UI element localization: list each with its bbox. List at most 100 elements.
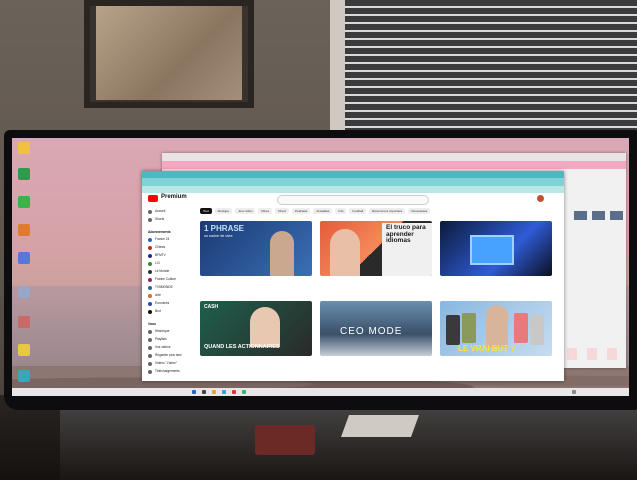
- sidebar-item-shorts[interactable]: Shorts: [148, 217, 190, 222]
- sidebar-item-sub[interactable]: France Culture: [148, 277, 190, 282]
- desktop-icon-4[interactable]: [18, 224, 30, 236]
- video-card[interactable]: LE VRAI BUT ?: [440, 301, 552, 356]
- youtube-browser-window[interactable]: Premium Accueil Shorts Abonnements Franc…: [142, 171, 564, 381]
- app-icon[interactable]: [242, 390, 246, 394]
- sidebar-item-label: Historique: [155, 329, 170, 333]
- video-thumbnail[interactable]: El truco para aprender idiomas: [320, 221, 432, 276]
- chip[interactable]: Jeux vidéo: [235, 208, 256, 214]
- desktop-icon-3[interactable]: [18, 196, 30, 208]
- video-card[interactable]: [440, 221, 552, 279]
- sidebar-item-sub[interactable]: Euronews: [148, 301, 190, 306]
- sidebar-item-sub[interactable]: France 24: [148, 237, 190, 242]
- thumbnail-overlay-text: CASH: [204, 304, 219, 310]
- chip[interactable]: Football: [349, 208, 367, 214]
- chip[interactable]: Récemment importées: [369, 208, 406, 214]
- chip[interactable]: Nouveautés: [408, 208, 431, 214]
- video-card[interactable]: CASH QUAND LES ACTIONNAIRES: [200, 301, 312, 356]
- sidebar-item-liked[interactable]: Vidéos "J'aime": [148, 361, 190, 366]
- sidebar-item-label: Le Monde: [155, 269, 170, 273]
- youtube-logo-icon[interactable]: [148, 195, 158, 202]
- search-icon[interactable]: [202, 390, 206, 394]
- thumbs-up-icon: [148, 362, 152, 366]
- tab-strip[interactable]: [142, 171, 564, 178]
- sidebar-item-sub[interactable]: TV5MONDE: [148, 285, 190, 290]
- playlist-icon: [148, 338, 152, 342]
- desk-object: [255, 425, 315, 455]
- sidebar-item-sub[interactable]: Brut: [148, 309, 190, 314]
- channel-icon: [148, 254, 152, 258]
- video-thumbnail[interactable]: [440, 221, 552, 276]
- sidebar-item-sub[interactable]: CNews: [148, 245, 190, 250]
- sidebar-item-playlists[interactable]: Playlists: [148, 337, 190, 342]
- chip[interactable]: Musique: [214, 208, 233, 214]
- channel-icon: [148, 262, 152, 266]
- system-tray-icon[interactable]: [572, 390, 576, 394]
- file-explorer-icon[interactable]: [212, 390, 216, 394]
- avatar[interactable]: [537, 195, 544, 202]
- chip[interactable]: Info: [335, 208, 347, 214]
- desktop-icon-5[interactable]: [18, 252, 30, 264]
- browser-icon[interactable]: [222, 390, 226, 394]
- person-figure: [270, 231, 294, 276]
- sidebar-item-label: LCI: [155, 261, 160, 265]
- window-frame: [330, 0, 346, 146]
- sidebar-item-sub[interactable]: Arte: [148, 293, 190, 298]
- person-figure: [486, 305, 508, 347]
- sidebar-item-label: TV5MONDE: [155, 285, 173, 289]
- video-card[interactable]: 1 PHRASE un cocher de vivre: [200, 221, 312, 279]
- video-thumbnail[interactable]: CEO MODE: [320, 301, 432, 356]
- monitor-screen: Premium Accueil Shorts Abonnements Franc…: [12, 138, 629, 396]
- background-toolbar[interactable]: [162, 161, 626, 169]
- background-thumbnail-2[interactable]: [592, 211, 605, 220]
- video-card[interactable]: El truco para aprender idiomas: [320, 221, 432, 279]
- person-figure: [330, 229, 360, 276]
- sidebar-item-watch-later[interactable]: Regarder plus tard: [148, 353, 190, 358]
- home-icon: [148, 210, 152, 214]
- thumbnail-overlay-subtext: un cocher de vivre: [204, 234, 233, 238]
- chip[interactable]: Direct: [275, 208, 290, 214]
- channel-icon: [148, 294, 152, 298]
- desktop-icon-1[interactable]: [18, 142, 30, 154]
- background-tab-strip[interactable]: [162, 153, 626, 161]
- pdf-file-icon-2[interactable]: [587, 348, 597, 360]
- channel-icon: [148, 302, 152, 306]
- video-thumbnail[interactable]: 1 PHRASE un cocher de vivre: [200, 221, 312, 276]
- cork-board: [96, 6, 242, 100]
- sidebar-item-downloads[interactable]: Téléchargements: [148, 369, 190, 374]
- chip[interactable]: Podcasts: [292, 208, 311, 214]
- sidebar-item-history[interactable]: Historique: [148, 329, 190, 334]
- desktop-icon-2[interactable]: [18, 168, 30, 180]
- shorts-icon: [148, 218, 152, 222]
- recycle-bin-icon[interactable]: [18, 370, 30, 382]
- desktop-icon-6[interactable]: [18, 286, 30, 298]
- thumbnail-overlay-text: El truco para aprender idiomas: [386, 224, 426, 244]
- video-thumbnail[interactable]: LE VRAI BUT ?: [440, 301, 552, 356]
- pdf-file-icon-1[interactable]: [567, 348, 577, 360]
- sidebar-item-label: Accueil: [155, 209, 166, 213]
- search-input[interactable]: [277, 195, 429, 205]
- sidebar-item-your-videos[interactable]: Vos vidéos: [148, 345, 190, 350]
- pdf-file-icon-3[interactable]: [607, 348, 617, 360]
- video-thumbnail[interactable]: CASH QUAND LES ACTIONNAIRES: [200, 301, 312, 356]
- sidebar-item-sub[interactable]: LCI: [148, 261, 190, 266]
- sidebar-item-home[interactable]: Accueil: [148, 209, 190, 214]
- sidebar: Accueil Shorts Abonnements France 24 CNe…: [142, 206, 197, 381]
- sidebar-item-label: Vos vidéos: [155, 345, 171, 349]
- address-bar[interactable]: [142, 178, 564, 186]
- sidebar-item-sub[interactable]: Le Monde: [148, 269, 190, 274]
- desktop-icon-7[interactable]: [18, 316, 30, 328]
- video-card[interactable]: CEO MODE: [320, 301, 432, 356]
- sidebar-item-label: Shorts: [155, 217, 165, 221]
- chip[interactable]: Tout: [200, 208, 212, 214]
- desk-paper: [340, 415, 420, 437]
- background-thumbnail-3[interactable]: [610, 211, 623, 220]
- background-thumbnail-1[interactable]: [574, 211, 587, 220]
- start-icon[interactable]: [192, 390, 196, 394]
- bookmarks-bar[interactable]: [142, 186, 564, 193]
- sidebar-item-sub[interactable]: BFMTV: [148, 253, 190, 258]
- app-icon[interactable]: [232, 390, 236, 394]
- sidebar-item-label: Euronews: [155, 301, 170, 305]
- desktop-icon-8[interactable]: [18, 344, 30, 356]
- chip[interactable]: Actualités: [313, 208, 333, 214]
- chip[interactable]: Mixes: [258, 208, 273, 214]
